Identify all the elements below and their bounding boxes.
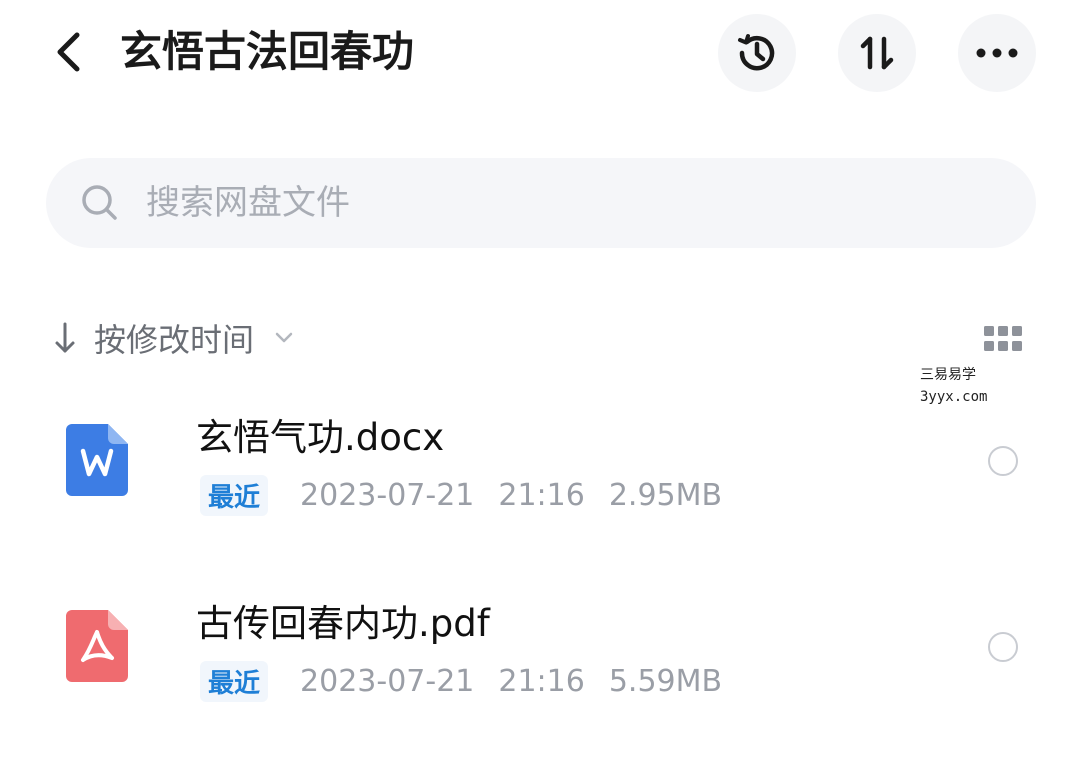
more-dots-icon [976,48,1018,58]
file-size: 2.95MB [608,477,723,513]
word-file-icon [66,424,128,496]
chevron-down-icon [272,326,296,350]
file-meta: 最近 2023-07-21 21:16 2.95MB [200,472,722,518]
file-size: 5.59MB [608,663,723,699]
watermark-line-1: 三易易学 [920,367,976,383]
sort-label: 按修改时间 [94,321,255,359]
sort-arrows-icon [860,36,894,70]
search-bar[interactable] [46,158,1036,248]
chevron-left-icon [57,32,80,72]
grid-view-icon[interactable] [984,326,1022,352]
file-time: 21:16 [498,477,585,513]
sort-button[interactable] [838,14,916,92]
select-checkbox[interactable] [988,632,1018,662]
back-button[interactable] [40,22,96,82]
page-title: 玄悟古法回春功 [120,27,415,76]
arrow-down-icon [50,318,80,358]
file-name: 玄悟气功.docx [196,416,445,459]
search-input[interactable] [146,173,906,233]
select-checkbox[interactable] [988,446,1018,476]
file-list-item[interactable]: 玄悟气功.docx 最近 2023-07-21 21:16 2.95MB [0,392,1080,542]
top-bar: 玄悟古法回春功 [0,0,1080,110]
recent-badge: 最近 [200,660,269,702]
sort-selector[interactable]: 按修改时间 [50,312,296,364]
history-button[interactable] [718,14,796,92]
file-list-item[interactable]: 古传回春内功.pdf 最近 2023-07-21 21:16 5.59MB [0,578,1080,728]
file-meta: 最近 2023-07-21 21:16 5.59MB [200,658,722,704]
file-date: 2023-07-21 [300,477,475,513]
file-time: 21:16 [498,663,585,699]
file-name: 古传回春内功.pdf [196,602,490,645]
recent-badge: 最近 [200,474,269,516]
pdf-file-icon [66,610,128,682]
more-options-button[interactable] [958,14,1036,92]
file-date: 2023-07-21 [300,663,475,699]
history-icon [738,34,775,71]
search-icon [80,183,120,223]
file-browser-screen: 玄悟古法回春功 搜索网盘文件 按修改时间 三易易学 3yyx.com 玄悟气功.… [0,0,1080,776]
